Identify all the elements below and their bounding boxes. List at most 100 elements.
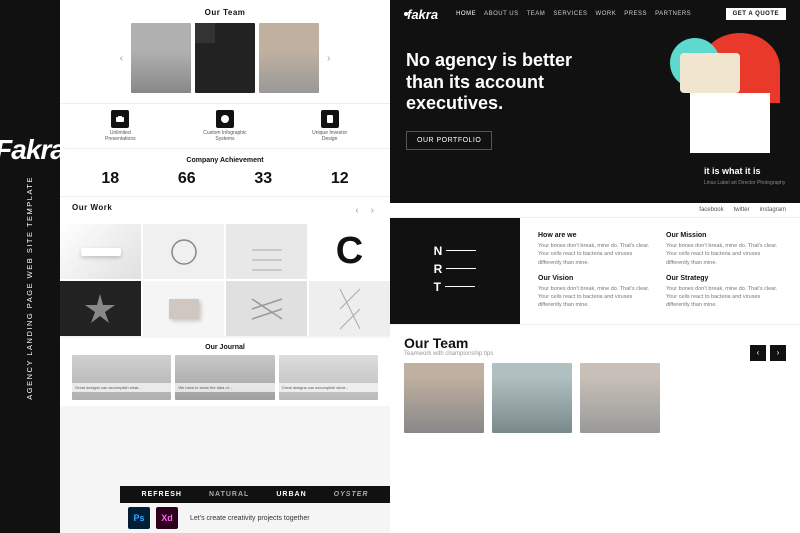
team-cards-row xyxy=(404,363,786,433)
info-block-strategy: Our Strategy Your bones don't break, min… xyxy=(660,271,788,314)
social-instagram[interactable]: instagram xyxy=(760,207,786,213)
work-cell-1 xyxy=(60,224,141,279)
work-letter-c: C xyxy=(336,230,363,273)
team-right-subtitle: Teamwork with championship tips xyxy=(404,351,493,357)
work-cell-6 xyxy=(143,281,224,336)
work-cell-2 xyxy=(143,224,224,279)
info-title-4: Our Strategy xyxy=(666,275,782,282)
social-bar: facebook twitter instagram xyxy=(390,203,800,218)
nrt-r: R xyxy=(434,262,443,276)
nav-work[interactable]: WORK xyxy=(596,11,617,17)
ach-num-2: 66 xyxy=(178,170,196,188)
sidebar-description: Agency Landing Page Web Site Template xyxy=(25,176,36,400)
achievement-numbers: 18 66 33 12 xyxy=(72,170,378,188)
nav-cta-button[interactable]: GET A QUOTE xyxy=(726,8,786,20)
ach-item-4: 12 xyxy=(331,170,349,188)
team-photo-1 xyxy=(131,23,191,93)
ach-num-4: 12 xyxy=(331,170,349,188)
team-right-header: Our Team Teamwork with championship tips… xyxy=(404,335,786,361)
color-block-white xyxy=(690,93,770,153)
left-content: Our Team ‹ › Unlimited Presentations xyxy=(60,0,390,533)
team-prev-btn[interactable]: ‹ xyxy=(750,345,766,361)
info-title-3: Our Vision xyxy=(538,275,654,282)
info-text-1: Your bones don't break, mine do. That's … xyxy=(538,242,654,267)
nrt-n-row: N xyxy=(434,244,477,258)
achievement-section: Company Achievement 18 66 33 12 xyxy=(60,149,390,197)
feature-item-1: Unlimited Presentations xyxy=(95,110,145,142)
hero-line1: No agency is better xyxy=(406,50,572,70)
feature-label-2: Custom Infographic Systems xyxy=(200,130,250,142)
info-text-3: Your bones don't break, mine do. That's … xyxy=(538,285,654,310)
info-section: N R T How are we Your bones don't break,… xyxy=(390,218,800,324)
journal-section: Our Journal Great designs can accomplish… xyxy=(60,338,390,406)
journal-caption-2: We have to show the idea of... xyxy=(175,383,274,392)
ach-item-1: 18 xyxy=(101,170,119,188)
nrt-line-3 xyxy=(445,286,475,287)
work-cell-4: C xyxy=(309,224,390,279)
hero-headline: No agency is better than its account exe… xyxy=(406,50,644,115)
feature-icon-2 xyxy=(216,110,234,128)
nav-team[interactable]: TEAM xyxy=(527,11,546,17)
hero-portfolio-button[interactable]: Our Portfolio xyxy=(406,131,492,150)
work-cell-5 xyxy=(60,281,141,336)
feature-icon-3 xyxy=(321,110,339,128)
nav-home[interactable]: HOME xyxy=(456,11,476,17)
work-cell-7 xyxy=(226,281,307,336)
work-prev-arrow[interactable]: ‹ xyxy=(351,205,362,216)
social-twitter[interactable]: twitter xyxy=(734,207,750,213)
hero-line2: than its account xyxy=(406,72,544,92)
journal-card-1: Great designs can accomplish what... xyxy=(72,355,171,400)
brand-natural: natural xyxy=(209,491,249,498)
team-navigation: ‹ › xyxy=(750,345,786,361)
feature-label-1: Unlimited Presentations xyxy=(95,130,145,142)
info-block-vision: Our Vision Your bones don't break, mine … xyxy=(532,271,660,314)
work-cell-3 xyxy=(226,224,307,279)
work-cell-8 xyxy=(309,281,390,336)
ps-icon: Ps xyxy=(128,507,150,529)
team-card-1 xyxy=(404,363,484,433)
work-obj-1 xyxy=(81,248,121,256)
hero-section: No agency is better than its account exe… xyxy=(390,28,800,203)
journal-grid: Great designs can accomplish what... We … xyxy=(72,355,378,400)
feature-item-2: Custom Infographic Systems xyxy=(200,110,250,142)
nrt-t-row: T xyxy=(434,280,477,294)
nrt-t: T xyxy=(434,280,441,294)
social-facebook[interactable]: facebook xyxy=(699,207,723,213)
work-next-arrow[interactable]: › xyxy=(367,205,378,216)
info-block-how-are-we: How are we Your bones don't break, mine … xyxy=(532,228,660,271)
team-photo-3 xyxy=(259,23,319,93)
ach-num-1: 18 xyxy=(101,170,119,188)
left-panel: Fakra Agency Landing Page Web Site Templ… xyxy=(0,0,390,533)
nav-press[interactable]: PRESS xyxy=(624,11,647,17)
nav-about[interactable]: ABOUT US xyxy=(484,11,519,17)
info-blocks-grid: How are we Your bones don't break, mine … xyxy=(520,218,800,324)
team-card-2 xyxy=(492,363,572,433)
team-prev-arrow[interactable]: ‹ xyxy=(116,53,127,64)
nrt-r-row: R xyxy=(434,262,477,276)
team-right-title: Our Team xyxy=(404,335,493,351)
feature-item-3: Unique Investor Design xyxy=(305,110,355,142)
info-block-mission: Our Mission Your bones don't break, mine… xyxy=(660,228,788,271)
right-navbar: fakra HOME ABOUT US TEAM SERVICES WORK P… xyxy=(390,0,800,28)
nav-partners[interactable]: PARTNERS xyxy=(655,11,691,17)
our-work-section: Our Work ‹ › xyxy=(60,197,390,336)
nav-services[interactable]: SERVICES xyxy=(553,11,587,17)
info-text-2: Your bones don't break, mine do. That's … xyxy=(666,242,782,267)
ach-item-3: 33 xyxy=(254,170,272,188)
it-is-text: it is what it is xyxy=(704,166,792,178)
hero-image-area: it is what it is Linus Label art Directo… xyxy=(660,28,800,203)
journal-caption-3: Great designs can accomplish what... xyxy=(279,383,378,392)
team-card-3 xyxy=(580,363,660,433)
nrt-line-2 xyxy=(446,268,476,269)
brand-urban: Urban xyxy=(276,491,306,498)
right-panel: fakra HOME ABOUT US TEAM SERVICES WORK P… xyxy=(390,0,800,533)
nav-logo: fakra xyxy=(404,7,438,22)
team-photo-2 xyxy=(195,23,255,93)
feature-label-3: Unique Investor Design xyxy=(305,130,355,142)
team-next-btn[interactable]: › xyxy=(770,345,786,361)
hero-line3: executives. xyxy=(406,93,503,113)
work-grid: C xyxy=(60,224,390,336)
team-next-arrow[interactable]: › xyxy=(323,53,334,64)
bottom-brands-bar: REFRESH natural Urban Oyster Ps Xd Let's… xyxy=(120,486,390,533)
sidebar-label: Fakra Agency Landing Page Web Site Templ… xyxy=(0,0,60,533)
